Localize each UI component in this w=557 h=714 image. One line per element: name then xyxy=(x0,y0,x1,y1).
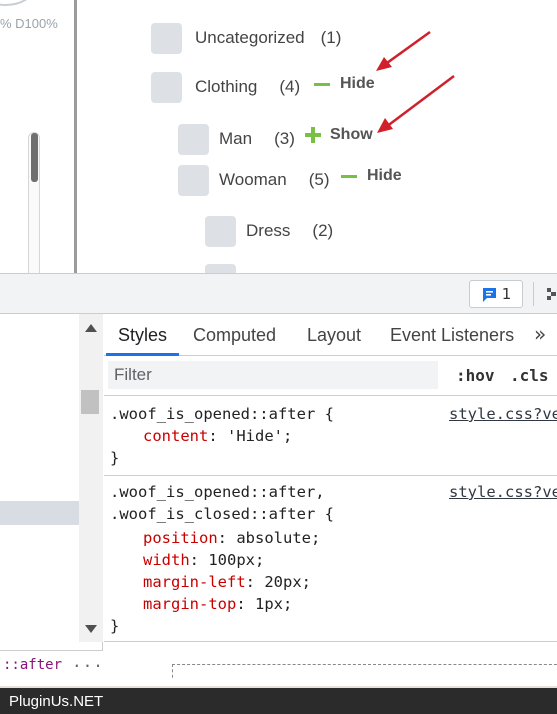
elements-tree-pane: ::after ... xyxy=(0,314,103,680)
brand-label: PluginUs.NET xyxy=(9,693,104,710)
category-count: (3) xyxy=(274,129,295,148)
css-declaration[interactable]: content: 'Hide'; xyxy=(110,425,557,447)
rule-source-link[interactable]: style.css?ve xyxy=(449,481,557,503)
category-checkbox[interactable] xyxy=(178,164,209,196)
styles-pane: Styles Computed Layout Event Listeners »… xyxy=(104,314,557,680)
breadcrumb: ::after ... xyxy=(0,650,103,680)
breadcrumb-more[interactable]: ... xyxy=(72,652,104,671)
category-label: Dress xyxy=(246,221,291,240)
rule-selector[interactable]: .woof_is_opened::after { xyxy=(110,405,334,423)
minus-icon xyxy=(341,174,357,178)
css-declaration[interactable]: width: 100px; xyxy=(110,549,557,571)
toggle-label: Show xyxy=(330,126,373,143)
css-declaration[interactable]: margin-top: 1px; xyxy=(110,593,557,615)
category-row-uncategorized[interactable]: Uncategorized (1) xyxy=(151,21,341,55)
hov-toggle-button[interactable]: :hov xyxy=(456,366,495,385)
more-tabs-icon[interactable]: » xyxy=(534,322,546,346)
category-count: (4) xyxy=(279,77,301,96)
plus-icon xyxy=(305,127,321,143)
rule-selector[interactable]: .woof_is_opened::after, xyxy=(110,483,325,501)
css-declaration[interactable]: margin-left: 20px; xyxy=(110,571,557,593)
sidebar-tabs: Styles Computed Layout Event Listeners » xyxy=(104,314,557,356)
message-icon xyxy=(482,287,496,302)
category-row-wooman[interactable]: Wooman (5) xyxy=(178,163,330,197)
category-label: Wooman xyxy=(219,170,287,189)
css-rule: .woof_is_opened::after { style.css?ve co… xyxy=(104,398,557,476)
rule-source-link[interactable]: style.css?ve xyxy=(449,403,557,425)
category-count: (2) xyxy=(312,221,334,240)
category-label: Clothing xyxy=(195,77,258,96)
category-checkbox[interactable] xyxy=(205,215,236,247)
css-rule: .woof_is_opened::after, style.css?ve .wo… xyxy=(104,477,557,642)
rule-selector[interactable]: .woof_is_closed::after { xyxy=(110,503,557,525)
category-label: Uncategorized xyxy=(195,28,305,47)
issues-button[interactable]: 1 xyxy=(469,280,523,308)
hide-toggle-clothing[interactable]: Hide xyxy=(314,75,375,93)
hide-toggle-wooman[interactable]: Hide xyxy=(341,167,402,185)
category-checkbox[interactable] xyxy=(178,123,209,155)
category-checkbox[interactable] xyxy=(151,71,182,103)
category-count: (1) xyxy=(320,28,342,47)
webpage-preview: % D100% Uncategorized (1) Clothing (4) H… xyxy=(0,0,557,273)
category-checkbox[interactable] xyxy=(151,22,182,54)
scroll-down-icon[interactable] xyxy=(84,624,98,634)
toolbar-separator xyxy=(533,282,534,306)
devtools-toolbar: 1 xyxy=(0,273,557,314)
category-label: Man xyxy=(219,129,253,148)
scroll-up-icon[interactable] xyxy=(84,323,98,333)
minus-icon xyxy=(314,82,330,86)
filter-input[interactable] xyxy=(108,361,438,389)
tab-styles[interactable]: Styles xyxy=(118,325,167,346)
tab-computed[interactable]: Computed xyxy=(193,325,276,346)
range-slider-handle[interactable] xyxy=(31,133,38,182)
toggle-label: Hide xyxy=(340,75,375,92)
column-divider xyxy=(74,0,77,273)
styles-filter-bar: :hov .cls xyxy=(104,356,557,396)
category-row-dress[interactable]: Dress (2) xyxy=(205,214,333,248)
left-sidebar: % D100% xyxy=(0,0,74,273)
category-count: (5) xyxy=(308,170,330,189)
scroll-thumb[interactable] xyxy=(81,390,99,414)
toggle-label: Hide xyxy=(367,167,402,184)
tab-layout[interactable]: Layout xyxy=(307,325,361,346)
settings-icon[interactable] xyxy=(546,286,557,302)
gauge-icon xyxy=(0,0,34,6)
issues-count: 1 xyxy=(501,285,512,303)
category-row-partial xyxy=(205,262,236,273)
annotation-arrow-icon xyxy=(376,30,431,71)
selected-node-row[interactable] xyxy=(0,501,79,525)
elements-scrollbar[interactable] xyxy=(79,314,103,642)
category-row-man[interactable]: Man (3) xyxy=(178,122,295,156)
cls-toggle-button[interactable]: .cls xyxy=(510,366,549,385)
breadcrumb-item[interactable]: ::after xyxy=(3,657,62,673)
box-model-diagram xyxy=(172,664,557,680)
gauge-label: % D100% xyxy=(0,16,58,31)
css-declaration[interactable]: position: absolute; xyxy=(110,527,557,549)
category-row-clothing[interactable]: Clothing (4) xyxy=(151,70,300,104)
category-checkbox[interactable] xyxy=(205,263,236,273)
rule-close: } xyxy=(110,449,120,467)
tab-event-listeners[interactable]: Event Listeners xyxy=(390,325,514,346)
brand-banner: PluginUs.NET xyxy=(0,686,557,714)
rule-close: } xyxy=(110,617,120,635)
annotation-arrow-icon xyxy=(377,75,455,133)
show-toggle-man[interactable]: Show xyxy=(305,126,373,144)
